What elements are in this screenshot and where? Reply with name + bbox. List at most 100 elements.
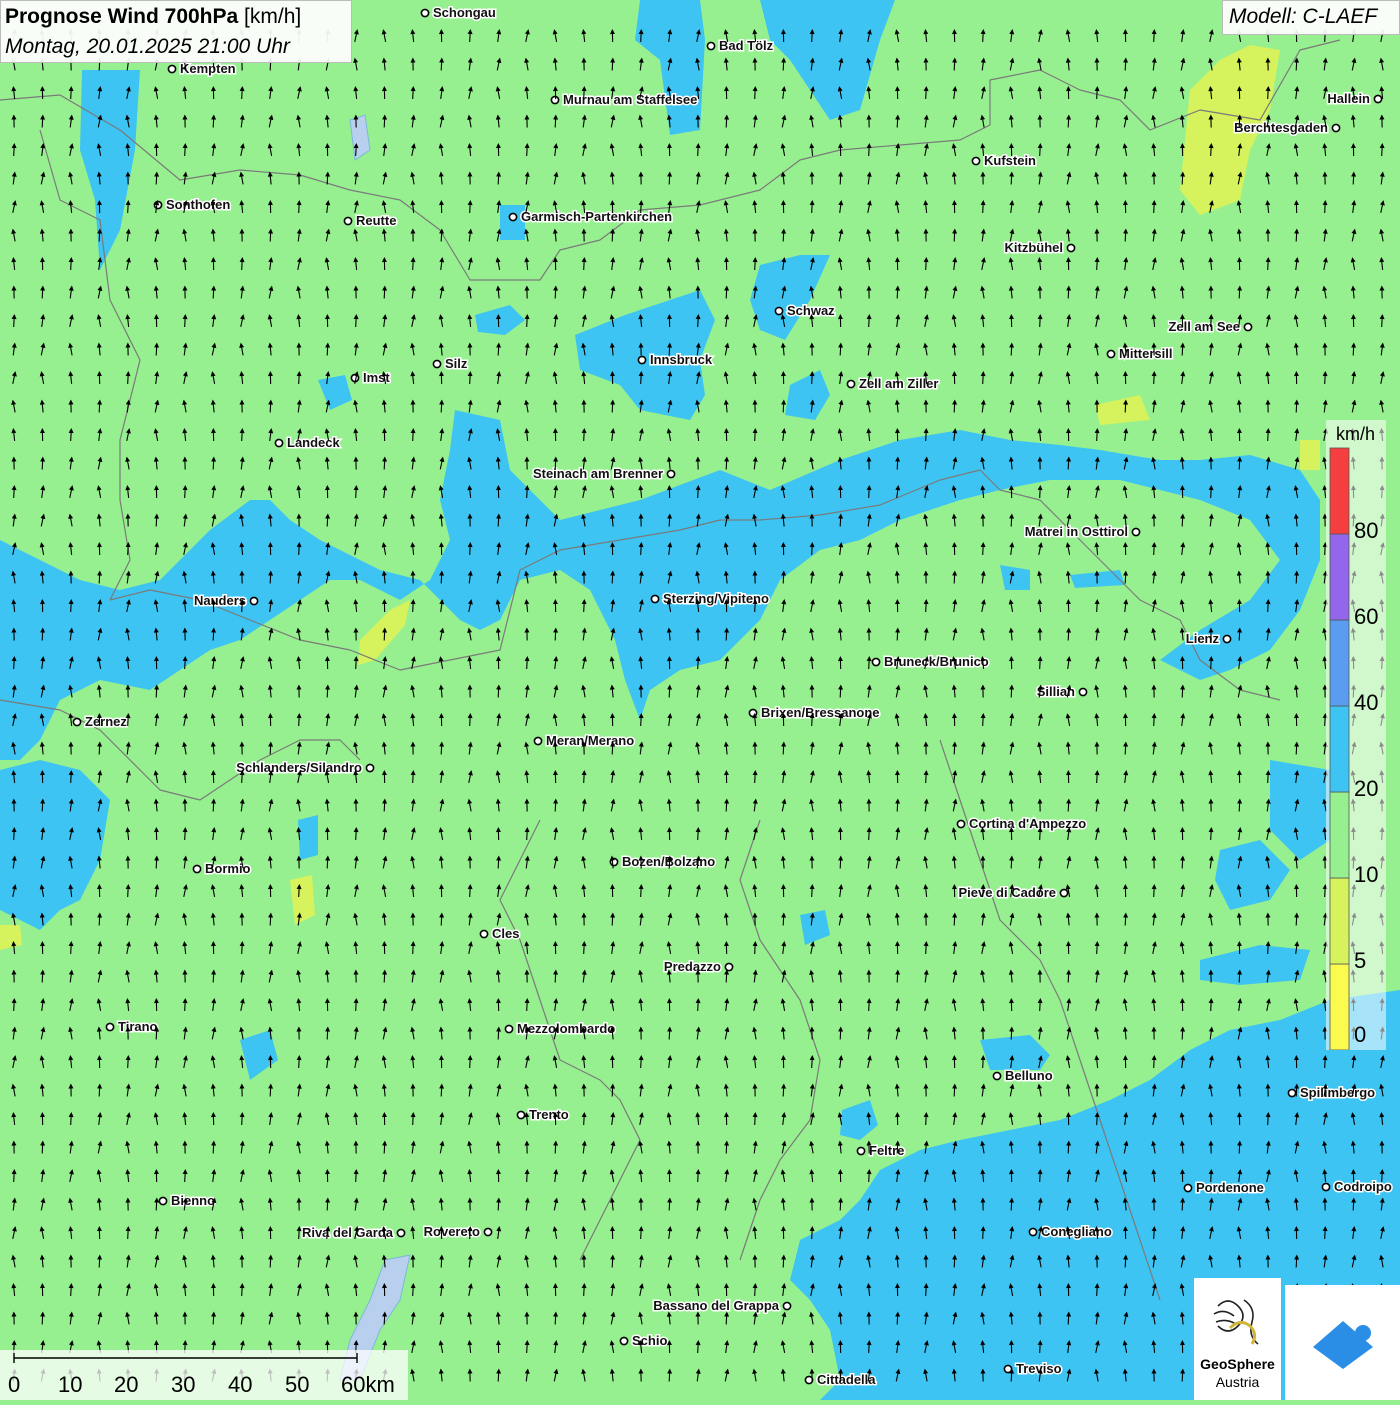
city-schongau[interactable]: Schongau [421,5,495,20]
city-label: Mezzolombardo [517,1021,615,1036]
city-marker-icon [1132,528,1139,535]
city-marker-icon [73,718,80,725]
city-marker-icon [1184,1184,1191,1191]
city-label: Silz [445,356,468,371]
legend-label-80: 80 [1354,518,1378,543]
city-label: Tirano [118,1019,158,1034]
legend-swatch-0 [1330,964,1349,1050]
city-marker-icon [421,9,428,16]
city-conegliano[interactable]: Conegliano [1029,1224,1111,1239]
legend-bar: 051020406080 [1326,420,1386,1050]
model-label: Modell: C-LAEF [1222,0,1400,35]
city-label: Nauders [194,593,246,608]
city-murnau-am-staffelsee[interactable]: Murnau am Staffelsee [551,92,697,107]
wind-map[interactable]: SchongauBad TölzKemptenMurnau am Staffel… [0,0,1400,1400]
scale-label-50: 50 [285,1372,309,1398]
city-marker-icon [517,1111,524,1118]
city-marker-icon [651,595,658,602]
city-steinach-am-brenner[interactable]: Steinach am Brenner [533,466,675,481]
city-label: Rovereto [424,1224,480,1239]
city-innsbruck[interactable]: Innsbruck [638,352,712,367]
city-pordenone[interactable]: Pordenone [1184,1180,1264,1195]
city-marker-icon [1332,124,1339,131]
logo-name: GeoSphere [1194,1356,1281,1372]
city-label: Kempten [180,61,236,76]
city-brixen-bressanone[interactable]: Brixen/Bressanone [749,705,879,720]
logo-subtitle: Austria [1194,1374,1281,1390]
city-spilimbergo[interactable]: Spilimbergo [1288,1085,1375,1100]
legend-swatch-5 [1330,878,1349,964]
city-marker-icon [1374,95,1381,102]
map-title-box: Prognose Wind 700hPa [km/h] Montag, 20.0… [0,0,352,63]
city-label: Mittersill [1119,346,1172,361]
city-marker-icon [667,470,674,477]
city-mezzolombardo[interactable]: Mezzolombardo [505,1021,615,1036]
wind-area-bormio [298,815,318,860]
legend-swatch-20 [1330,706,1349,792]
city-marker-icon [168,65,175,72]
wind-area-yellow-2 [1300,440,1320,470]
city-label: Berchtesgaden [1234,120,1328,135]
legend-label-0: 0 [1354,1022,1366,1047]
city-label: Bruneck/Brunico [884,654,989,669]
city-label: Cles [492,926,519,941]
city-matrei-in-osttirol[interactable]: Matrei in Osttirol [1025,524,1140,539]
city-label: Codroipo [1334,1179,1392,1194]
geosphere-logo[interactable]: GeoSphere Austria [1194,1278,1281,1400]
legend-label-10: 10 [1354,862,1378,887]
city-schlanders-silandro[interactable]: Schlanders/Silandro [236,760,373,775]
city-riva-del-garda[interactable]: Riva del Garda [302,1225,405,1240]
city-label: Conegliano [1041,1224,1112,1239]
city-label: Bienno [171,1193,215,1208]
city-label: Imst [363,370,390,385]
city-marker-icon [505,1025,512,1032]
city-cortina-d-ampezzo[interactable]: Cortina d'Ampezzo [957,816,1086,831]
city-marker-icon [638,356,645,363]
geosphere-logo-icon [1194,1278,1281,1358]
city-sonthofen[interactable]: Sonthofen [154,197,230,212]
color-legend: km/h 051020406080 [1326,420,1386,1050]
city-marker-icon [972,157,979,164]
city-marker-icon [707,42,714,49]
map-title-unit: [km/h] [244,5,301,28]
city-marker-icon [484,1228,491,1235]
app-icon[interactable] [1285,1285,1400,1400]
city-label: Pordenone [1196,1180,1264,1195]
city-label: Matrei in Osttirol [1025,524,1128,539]
legend-swatch-40 [1330,620,1349,706]
legend-swatch-60 [1330,534,1349,620]
city-label: Treviso [1016,1361,1062,1376]
city-bassano-del-grappa[interactable]: Bassano del Grappa [653,1298,790,1313]
city-label: Spilimbergo [1300,1085,1375,1100]
city-label: Schio [632,1333,667,1348]
city-zell-am-ziller[interactable]: Zell am Ziller [847,376,938,391]
city-label: Predazzo [664,959,721,974]
city-marker-icon [480,930,487,937]
city-marker-icon [1029,1228,1036,1235]
city-marker-icon [344,217,351,224]
city-marker-icon [775,307,782,314]
city-label: Belluno [1005,1068,1053,1083]
city-label: Murnau am Staffelsee [563,92,697,107]
legend-label-20: 20 [1354,776,1378,801]
city-label: Innsbruck [650,352,713,367]
city-label: Garmisch-Partenkirchen [521,209,672,224]
city-bozen-bolzano[interactable]: Bozen/Bolzano [610,854,715,869]
city-marker-icon [1079,688,1086,695]
city-label: Hallein [1327,91,1370,106]
city-garmisch-partenkirchen[interactable]: Garmisch-Partenkirchen [509,209,672,224]
city-marker-icon [250,597,257,604]
scale-label-10: 10 [58,1372,82,1398]
city-marker-icon [957,820,964,827]
legend-swatch-10 [1330,792,1349,878]
city-berchtesgaden[interactable]: Berchtesgaden [1234,120,1340,135]
map-title: Prognose Wind 700hPa [km/h] [5,5,301,29]
city-marker-icon [1067,244,1074,251]
city-marker-icon [872,658,879,665]
city-label: Trento [529,1107,569,1122]
city-marker-icon [106,1023,113,1030]
city-marker-icon [1288,1089,1295,1096]
city-label: Reutte [356,213,396,228]
city-marker-icon [509,213,516,220]
city-bruneck-brunico[interactable]: Bruneck/Brunico [872,654,988,669]
